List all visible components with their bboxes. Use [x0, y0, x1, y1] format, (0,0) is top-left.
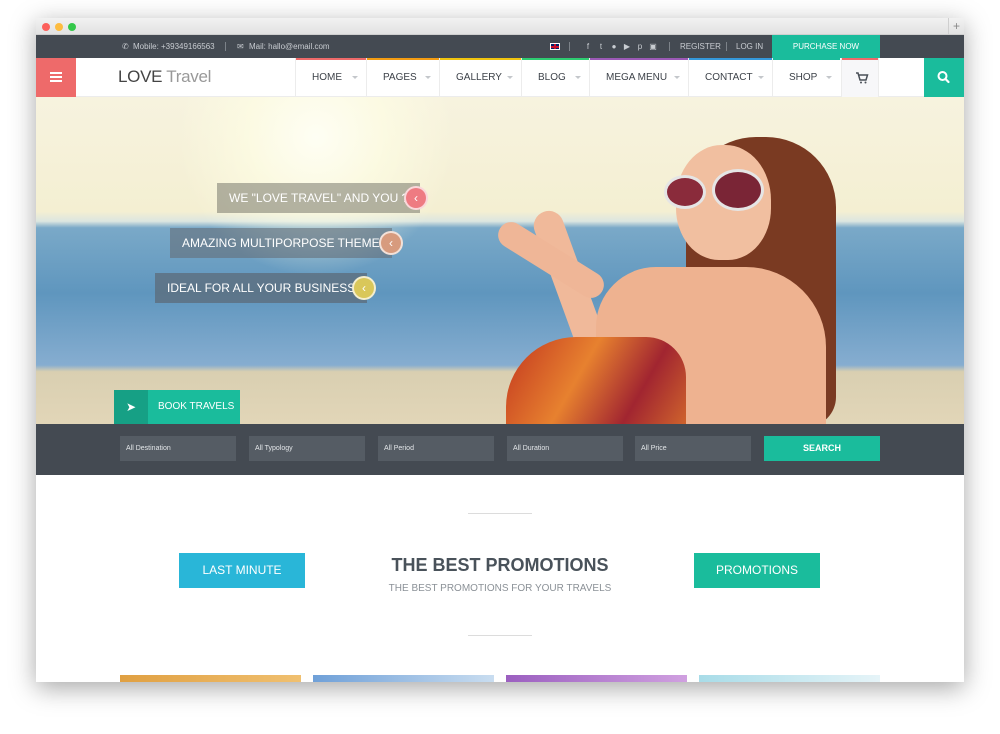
- search-button[interactable]: [924, 58, 964, 97]
- nav-label: PAGES: [383, 72, 417, 83]
- book-travels-label: BOOK TRAVELS: [158, 401, 235, 412]
- nav-blog[interactable]: BLOG: [521, 58, 589, 97]
- new-tab-button[interactable]: +: [948, 18, 964, 35]
- top-bar: ✆ Mobile: +39349166563 ✉ Mail: hallo@ema…: [36, 35, 964, 58]
- filter-search-button[interactable]: SEARCH: [764, 436, 880, 461]
- price-select[interactable]: All Price: [635, 436, 751, 461]
- nav-stripe: [842, 58, 878, 60]
- promotions-section: LAST MINUTE THE BEST PROMOTIONS THE BEST…: [36, 475, 964, 682]
- browser-window: + ✆ Mobile: +39349166563 ✉ Mail: hallo@e…: [36, 18, 964, 682]
- nav-label: SHOP: [789, 72, 818, 83]
- slide-caption-1: WE "LOVE TRAVEL" AND YOU ? ‹: [217, 183, 431, 213]
- slide-caption-text: IDEAL FOR ALL YOUR BUSINESS: [155, 273, 368, 303]
- cart-button[interactable]: [841, 58, 879, 97]
- typology-select[interactable]: All Typology: [249, 436, 365, 461]
- nav-stripe: [296, 58, 366, 60]
- chevron-left-icon[interactable]: ‹: [352, 276, 376, 300]
- flickr-icon[interactable]: ●: [610, 42, 618, 51]
- promo-thumbnail[interactable]: [699, 675, 880, 682]
- promotions-button[interactable]: PROMOTIONS: [694, 553, 820, 588]
- nav-label: HOME: [312, 72, 342, 83]
- nav-label: CONTACT: [705, 72, 753, 83]
- promo-thumbnail[interactable]: [313, 675, 494, 682]
- nav-label: GALLERY: [456, 72, 502, 83]
- book-travels-button[interactable]: ➤ BOOK TRAVELS: [114, 390, 240, 424]
- nav-stripe: [689, 58, 772, 60]
- logo-bold-text: LOVE: [118, 67, 163, 86]
- site-logo[interactable]: LOVE Travel: [118, 67, 211, 87]
- divider: [468, 513, 532, 514]
- nav-pages[interactable]: PAGES: [366, 58, 439, 97]
- logo-light-text: Travel: [166, 67, 212, 86]
- slide-caption-text: WE "LOVE TRAVEL" AND YOU ?: [217, 183, 421, 213]
- nav-mega-menu[interactable]: MEGA MENU: [589, 58, 688, 97]
- chevron-down-icon: [826, 76, 832, 79]
- hamburger-menu-button[interactable]: [36, 58, 76, 97]
- login-link[interactable]: LOG IN: [736, 35, 763, 58]
- main-nav: HOME PAGES GALLERY BLOG MEGA MENU CONTAC…: [295, 58, 840, 97]
- search-icon: [937, 71, 950, 84]
- nav-stripe: [440, 58, 521, 60]
- divider: [669, 42, 670, 51]
- maximize-window-button[interactable]: [68, 23, 76, 31]
- facebook-icon[interactable]: f: [584, 42, 592, 51]
- chevron-down-icon: [674, 76, 680, 79]
- nav-contact[interactable]: CONTACT: [688, 58, 772, 97]
- close-window-button[interactable]: [42, 23, 50, 31]
- chevron-left-icon[interactable]: ‹: [379, 231, 403, 255]
- purchase-now-button[interactable]: PURCHASE NOW: [772, 35, 880, 58]
- twitter-icon[interactable]: t: [597, 42, 605, 51]
- search-filter-bar: All Destination All Typology All Period …: [36, 424, 964, 475]
- divider: [468, 635, 532, 636]
- nav-label: MEGA MENU: [606, 72, 668, 83]
- nav-stripe: [522, 58, 589, 60]
- mail-address: Mail: hallo@email.com: [249, 42, 330, 51]
- hamburger-icon: [50, 72, 62, 82]
- chevron-down-icon: [352, 76, 358, 79]
- nav-shop[interactable]: SHOP: [772, 58, 840, 97]
- nav-stripe: [590, 58, 688, 60]
- section-subtitle: THE BEST PROMOTIONS FOR YOUR TRAVELS: [388, 583, 612, 594]
- chevron-down-icon: [758, 76, 764, 79]
- destination-select[interactable]: All Destination: [120, 436, 236, 461]
- chevron-down-icon: [575, 76, 581, 79]
- instagram-icon[interactable]: ▣: [649, 42, 657, 51]
- uk-flag-icon[interactable]: [550, 43, 560, 50]
- period-select[interactable]: All Period: [378, 436, 494, 461]
- nav-home[interactable]: HOME: [295, 58, 366, 97]
- hero-slider: WE "LOVE TRAVEL" AND YOU ? ‹ AMAZING MUL…: [36, 97, 964, 424]
- browser-chrome: +: [36, 18, 964, 35]
- nav-stripe: [773, 58, 840, 60]
- slide-caption-3: IDEAL FOR ALL YOUR BUSINESS ‹: [155, 273, 381, 303]
- youtube-icon[interactable]: ▶: [623, 42, 631, 51]
- section-title: THE BEST PROMOTIONS: [391, 555, 609, 575]
- nav-gallery[interactable]: GALLERY: [439, 58, 521, 97]
- duration-select[interactable]: All Duration: [507, 436, 623, 461]
- pinterest-icon[interactable]: p: [636, 42, 644, 51]
- chevron-left-icon[interactable]: ‹: [404, 186, 428, 210]
- slide-caption-2: AMAZING MULTIPORPOSE THEME ‹: [170, 228, 406, 258]
- location-arrow-icon: ➤: [114, 390, 148, 424]
- phone-icon: ✆: [122, 42, 129, 51]
- mail-icon: ✉: [237, 42, 244, 51]
- divider: [726, 42, 727, 51]
- register-link[interactable]: REGISTER: [680, 35, 721, 58]
- chevron-down-icon: [507, 76, 513, 79]
- nav-stripe: [367, 58, 439, 60]
- mobile-number: Mobile: +39349166563: [133, 42, 215, 51]
- main-navbar: LOVE Travel HOME PAGES GALLERY BLOG MEGA…: [36, 58, 964, 97]
- minimize-window-button[interactable]: [55, 23, 63, 31]
- slide-caption-text: AMAZING MULTIPORPOSE THEME: [170, 228, 392, 258]
- divider: [225, 42, 226, 51]
- social-links: f t ● ▶ p ▣: [584, 35, 657, 58]
- divider: [569, 42, 570, 51]
- last-minute-button[interactable]: LAST MINUTE: [179, 553, 305, 588]
- promo-thumbnail[interactable]: [506, 675, 687, 682]
- promo-thumbnail[interactable]: [120, 675, 301, 682]
- nav-label: BLOG: [538, 72, 566, 83]
- cart-icon: [856, 72, 869, 84]
- chevron-down-icon: [425, 76, 431, 79]
